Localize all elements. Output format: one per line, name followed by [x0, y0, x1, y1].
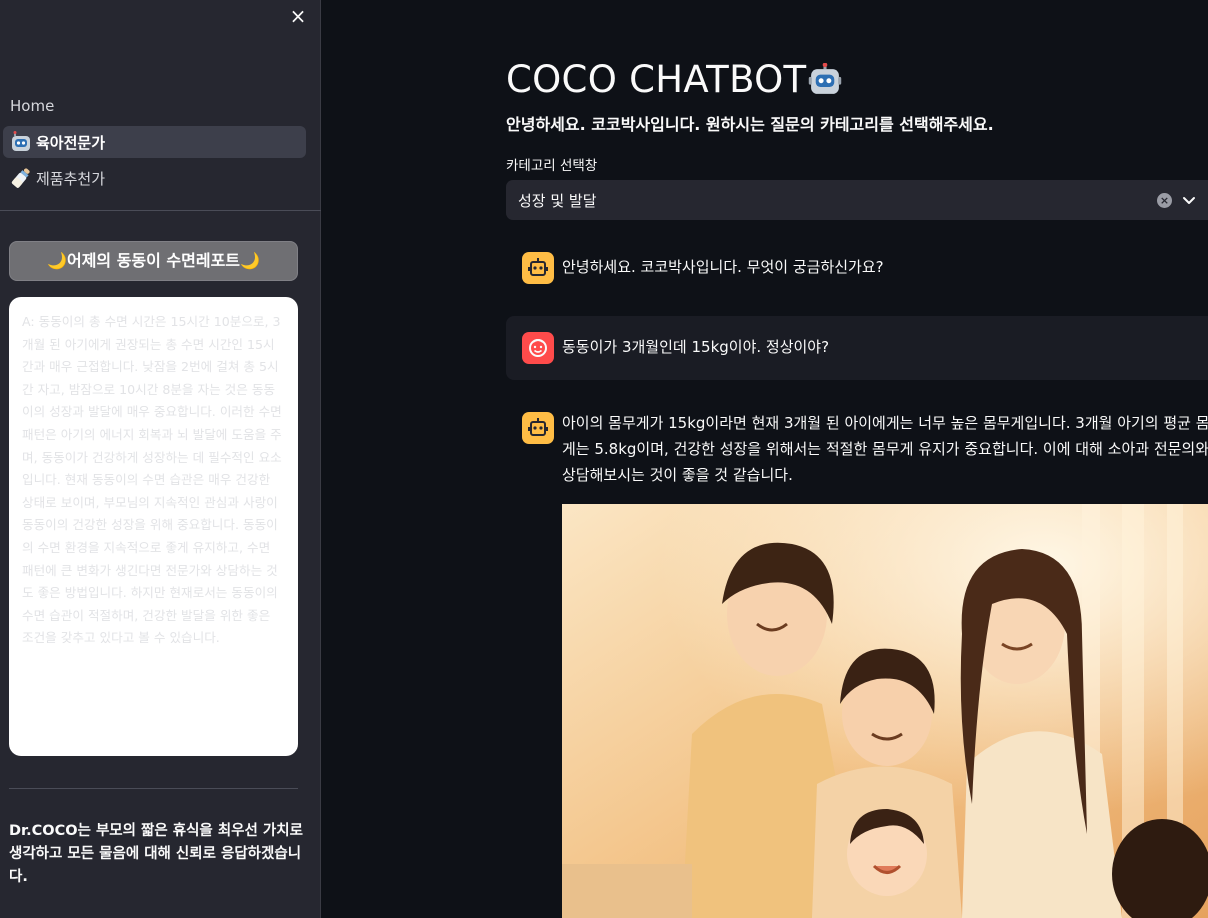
sidebar-nav: Home 육아전문가 제품추천가	[0, 90, 321, 198]
bot-avatar-icon	[522, 252, 554, 284]
sidebar-divider	[0, 210, 321, 211]
robot-icon	[10, 131, 32, 153]
sidebar-item-expert[interactable]: 육아전문가	[3, 126, 306, 158]
sidebar-item-label: 제품추천가	[36, 169, 106, 188]
sidebar-divider	[9, 788, 298, 789]
user-avatar-icon	[522, 332, 554, 364]
chat-message-assistant: 아이의 몸무게가 15kg이라면 현재 3개월 된 아이에게는 너무 높은 몸무…	[506, 410, 1208, 488]
baby-bottle-icon	[10, 167, 32, 189]
sleep-report-text: A: 동동이의 총 수면 시간은 15시간 10분으로, 3개월 된 아기에게 …	[22, 314, 282, 646]
chat-message-text: 아이의 몸무게가 15kg이라면 현재 3개월 된 아이에게는 너무 높은 몸무…	[562, 414, 1208, 484]
sleep-report-button[interactable]: 🌙어제의 동동이 수면레포트🌙	[9, 241, 298, 281]
main-content: COCO CHATBOT 안녕하세요. 코코박사입니다. 원하시는 질문의 카테…	[321, 0, 1208, 918]
category-select[interactable]: 성장 및 발달 ×	[506, 180, 1208, 220]
page-title: COCO CHATBOT	[506, 58, 842, 101]
sleep-report-card: A: 동동이의 총 수면 시간은 15시간 10분으로, 3개월 된 아기에게 …	[9, 297, 298, 756]
chevron-down-icon[interactable]	[1180, 191, 1198, 209]
clear-icon[interactable]: ×	[1157, 193, 1172, 208]
sidebar-item-home[interactable]: Home	[3, 90, 306, 122]
chat-message-text: 안녕하세요. 코코박사입니다. 무엇이 궁금하신가요?	[562, 258, 884, 276]
sidebar-item-label: Home	[10, 97, 55, 115]
family-illustration	[562, 504, 1208, 918]
sidebar-item-label: 육아전문가	[36, 133, 106, 152]
page-subtitle: 안녕하세요. 코코박사입니다. 원하시는 질문의 카테고리를 선택해주세요.	[506, 115, 994, 134]
bot-avatar-icon	[522, 412, 554, 444]
sidebar: × Home 육아전문가 제품추천가 🌙어제의 동동이 수면레포트🌙 A: 동동…	[0, 0, 321, 918]
chat-message-text: 동동이가 3개월인데 15kg이야. 정상이야?	[562, 338, 830, 356]
chat-message-assistant: 안녕하세요. 코코박사입니다. 무엇이 궁금하신가요?	[506, 252, 1208, 284]
sidebar-item-product[interactable]: 제품추천가	[3, 162, 306, 194]
about-text: Dr.COCO는 부모의 짧은 휴식을 최우선 가치로 생각하고 모든 물음에 …	[9, 823, 303, 885]
page-title-text: COCO CHATBOT	[506, 58, 807, 101]
category-select-value: 성장 및 발달	[518, 191, 597, 210]
chat-message-user: 동동이가 3개월인데 15kg이야. 정상이야?	[506, 316, 1208, 380]
category-select-label: 카테고리 선택창	[506, 158, 598, 174]
close-sidebar-button[interactable]: ×	[286, 4, 310, 28]
robot-icon	[808, 62, 842, 97]
